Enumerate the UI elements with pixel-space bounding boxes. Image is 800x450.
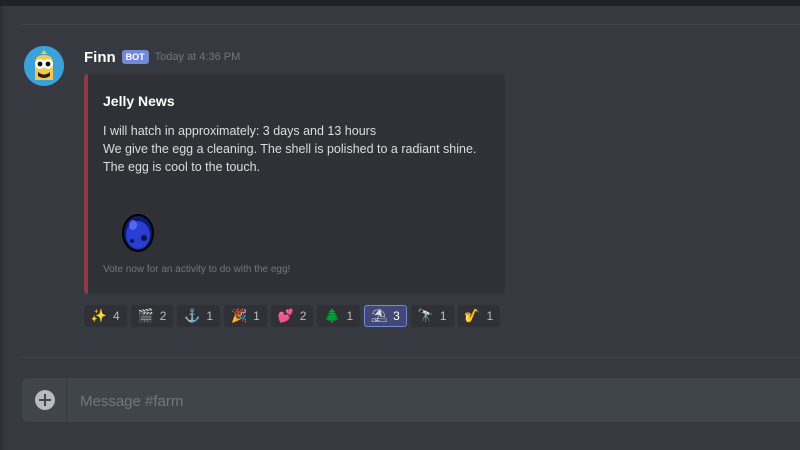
reaction-count: 1 [439, 309, 447, 323]
username[interactable]: Finn [84, 49, 116, 66]
rich-embed: Jelly News I will hatch in approximately… [84, 74, 505, 294]
add-attachment-icon[interactable] [35, 390, 55, 410]
beach-umbrella-icon: ⛱ [370, 308, 388, 323]
message-divider [20, 24, 800, 25]
clapper-icon: 🎬 [137, 308, 154, 323]
reaction-clapper[interactable]: 🎬 2 [130, 305, 174, 327]
embed-title: Jelly News [103, 93, 175, 109]
egg-icon[interactable] [118, 210, 158, 254]
reaction-count: 1 [206, 309, 214, 323]
sparkles-icon: ✨ [90, 308, 108, 323]
telescope-icon: 🔭 [417, 308, 434, 323]
bot-badge: BOT [121, 50, 149, 64]
reaction-hearts[interactable]: 💕 2 [270, 305, 314, 327]
message-timestamp[interactable]: Today at 4:36 PM [155, 51, 241, 63]
reaction-count: 2 [299, 309, 307, 323]
reaction-beach-umbrella[interactable]: ⛱ 3 [364, 305, 407, 327]
window-top-bar [0, 0, 800, 6]
embed-line: I will hatch in approximately: 3 days an… [103, 124, 377, 138]
embed-footer: Vote now for an activity to do with the … [103, 264, 291, 275]
reaction-telescope[interactable]: 🔭 1 [410, 305, 454, 327]
embed-description: I will hatch in approximately: 3 days an… [103, 122, 498, 176]
avatar-owl-icon [24, 46, 64, 86]
reaction-party-popper[interactable]: 🎉 1 [224, 305, 267, 327]
evergreen-tree-icon: 🌲 [324, 308, 341, 323]
saxophone-icon: 🎷 [464, 308, 481, 323]
reaction-count: 1 [346, 309, 354, 323]
composer-divider [20, 357, 800, 358]
channel-list-edge [0, 6, 3, 450]
reaction-sparkles[interactable]: ✨ 4 [84, 305, 127, 327]
reaction-count: 2 [159, 309, 167, 323]
reaction-saxophone[interactable]: 🎷 1 [457, 305, 501, 327]
reaction-evergreen-tree[interactable]: 🌲 1 [317, 305, 361, 327]
reaction-count: 4 [113, 309, 120, 323]
embed-line: The egg is cool to the touch. [103, 160, 261, 174]
avatar[interactable] [24, 46, 64, 86]
anchor-icon: ⚓ [184, 308, 201, 323]
reactions-bar: ✨ 4 🎬 2 ⚓ 1 🎉 1 💕 2 🌲 1 ⛱ 3 🔭 1 🎷 1 [84, 305, 501, 327]
party-popper-icon: 🎉 [230, 308, 248, 323]
reaction-count: 3 [393, 309, 400, 323]
reaction-count: 1 [486, 309, 494, 323]
composer-separator [66, 378, 67, 422]
hearts-icon: 💕 [277, 308, 294, 323]
reaction-anchor[interactable]: ⚓ 1 [177, 305, 221, 327]
message-header: Finn BOT Today at 4:36 PM [84, 47, 240, 67]
message-composer [22, 378, 800, 424]
reaction-count: 1 [253, 309, 260, 323]
message-input[interactable] [78, 378, 782, 424]
embed-line: We give the egg a cleaning. The shell is… [103, 142, 477, 156]
